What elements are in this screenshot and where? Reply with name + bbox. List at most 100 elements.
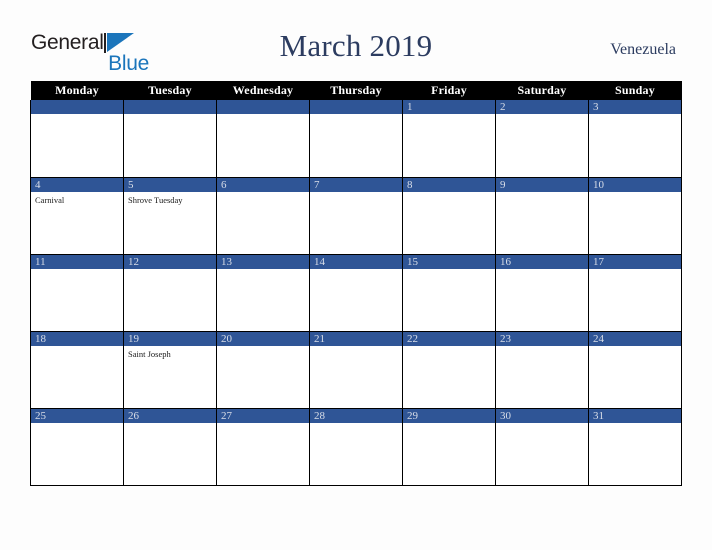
- calendar-day-cell[interactable]: 6: [216, 177, 310, 255]
- day-number: 5: [124, 177, 216, 192]
- calendar-page: General Blue March 2019 Venezuela Monday…: [0, 0, 712, 550]
- calendar-day-cell[interactable]: 25: [30, 408, 124, 486]
- calendar-day-cell[interactable]: 14: [309, 254, 403, 332]
- holiday-label: Saint Joseph: [128, 348, 171, 359]
- day-number: 7: [310, 177, 402, 192]
- day-events: [124, 269, 216, 272]
- day-number: [124, 100, 216, 114]
- calendar-body: 1 2 3 4 Carnival 5 Shrove Tuesday 6 7 8 9 10 11 12 13 1…: [30, 100, 682, 486]
- day-events: [217, 346, 309, 349]
- weekday-header-sunday: Sunday: [588, 81, 682, 100]
- day-events: [496, 114, 588, 117]
- day-number: 10: [589, 177, 681, 192]
- weekday-header-wednesday: Wednesday: [216, 81, 310, 100]
- calendar-day-cell[interactable]: 3: [588, 100, 682, 178]
- calendar-day-cell[interactable]: 26: [123, 408, 217, 486]
- calendar-day-cell[interactable]: 30: [495, 408, 589, 486]
- day-events: [124, 423, 216, 426]
- calendar-day-cell[interactable]: 28: [309, 408, 403, 486]
- page-title: March 2019: [279, 28, 433, 63]
- day-events: [31, 114, 123, 117]
- day-number: 17: [589, 254, 681, 269]
- calendar-empty-cell: [309, 100, 403, 178]
- day-number: 1: [403, 100, 495, 114]
- calendar-day-cell[interactable]: 20: [216, 331, 310, 409]
- calendar-day-cell[interactable]: 13: [216, 254, 310, 332]
- calendar-week-row: 25 26 27 28 29 30 31: [30, 408, 682, 486]
- day-number: 31: [589, 408, 681, 423]
- day-events: [310, 114, 402, 117]
- calendar-day-cell[interactable]: 5 Shrove Tuesday: [123, 177, 217, 255]
- holiday-label: Shrove Tuesday: [128, 194, 183, 205]
- day-events: [589, 192, 681, 195]
- calendar-day-cell[interactable]: 8: [402, 177, 496, 255]
- calendar-day-cell[interactable]: 22: [402, 331, 496, 409]
- calendar-day-cell[interactable]: 15: [402, 254, 496, 332]
- day-events: [496, 192, 588, 195]
- day-number: 28: [310, 408, 402, 423]
- day-number: 27: [217, 408, 309, 423]
- calendar-day-cell[interactable]: 16: [495, 254, 589, 332]
- day-number: 16: [496, 254, 588, 269]
- weekday-header-monday: Monday: [30, 81, 124, 100]
- day-events: [403, 269, 495, 272]
- calendar-day-cell[interactable]: 2: [495, 100, 589, 178]
- day-events: [217, 192, 309, 195]
- calendar-empty-cell: [216, 100, 310, 178]
- day-events: [310, 269, 402, 272]
- weekday-header-tuesday: Tuesday: [123, 81, 217, 100]
- day-number: 3: [589, 100, 681, 114]
- day-events: [310, 346, 402, 349]
- calendar-day-cell[interactable]: 7: [309, 177, 403, 255]
- day-events: [589, 269, 681, 272]
- day-number: 19: [124, 331, 216, 346]
- calendar-day-cell[interactable]: 18: [30, 331, 124, 409]
- weekday-header-row: Monday Tuesday Wednesday Thursday Friday…: [30, 81, 682, 100]
- day-events: Saint Joseph: [124, 346, 216, 360]
- day-number: 8: [403, 177, 495, 192]
- calendar-day-cell[interactable]: 31: [588, 408, 682, 486]
- day-number: 20: [217, 331, 309, 346]
- day-number: 6: [217, 177, 309, 192]
- day-number: 14: [310, 254, 402, 269]
- calendar-day-cell[interactable]: 23: [495, 331, 589, 409]
- calendar-day-cell[interactable]: 27: [216, 408, 310, 486]
- day-events: [496, 346, 588, 349]
- day-number: 15: [403, 254, 495, 269]
- calendar-day-cell[interactable]: 21: [309, 331, 403, 409]
- calendar-day-cell[interactable]: 4 Carnival: [30, 177, 124, 255]
- calendar-week-row: 18 19 Saint Joseph 20 21 22 23 24: [30, 331, 682, 409]
- day-events: Carnival: [31, 192, 123, 206]
- day-number: 21: [310, 331, 402, 346]
- calendar-day-cell[interactable]: 19 Saint Joseph: [123, 331, 217, 409]
- day-events: [589, 423, 681, 426]
- calendar-empty-cell: [123, 100, 217, 178]
- day-number: [31, 100, 123, 114]
- calendar-day-cell[interactable]: 12: [123, 254, 217, 332]
- calendar-day-cell[interactable]: 29: [402, 408, 496, 486]
- day-number: 22: [403, 331, 495, 346]
- day-events: [496, 423, 588, 426]
- page-header: General Blue March 2019 Venezuela: [0, 0, 712, 80]
- calendar-day-cell[interactable]: 17: [588, 254, 682, 332]
- day-events: [217, 423, 309, 426]
- day-number: 29: [403, 408, 495, 423]
- calendar-day-cell[interactable]: 1: [402, 100, 496, 178]
- day-number: [310, 100, 402, 114]
- day-events: [124, 114, 216, 117]
- weekday-header-thursday: Thursday: [309, 81, 403, 100]
- day-number: 26: [124, 408, 216, 423]
- day-number: 23: [496, 331, 588, 346]
- day-number: 13: [217, 254, 309, 269]
- day-number: 11: [31, 254, 123, 269]
- holiday-label: Carnival: [35, 194, 65, 205]
- calendar-day-cell[interactable]: 10: [588, 177, 682, 255]
- calendar-day-cell[interactable]: 11: [30, 254, 124, 332]
- day-events: [403, 346, 495, 349]
- day-events: [403, 114, 495, 117]
- day-number: 30: [496, 408, 588, 423]
- calendar-day-cell[interactable]: 24: [588, 331, 682, 409]
- calendar-day-cell[interactable]: 9: [495, 177, 589, 255]
- calendar-week-row: 4 Carnival 5 Shrove Tuesday 6 7 8 9 10: [30, 177, 682, 255]
- day-events: [496, 269, 588, 272]
